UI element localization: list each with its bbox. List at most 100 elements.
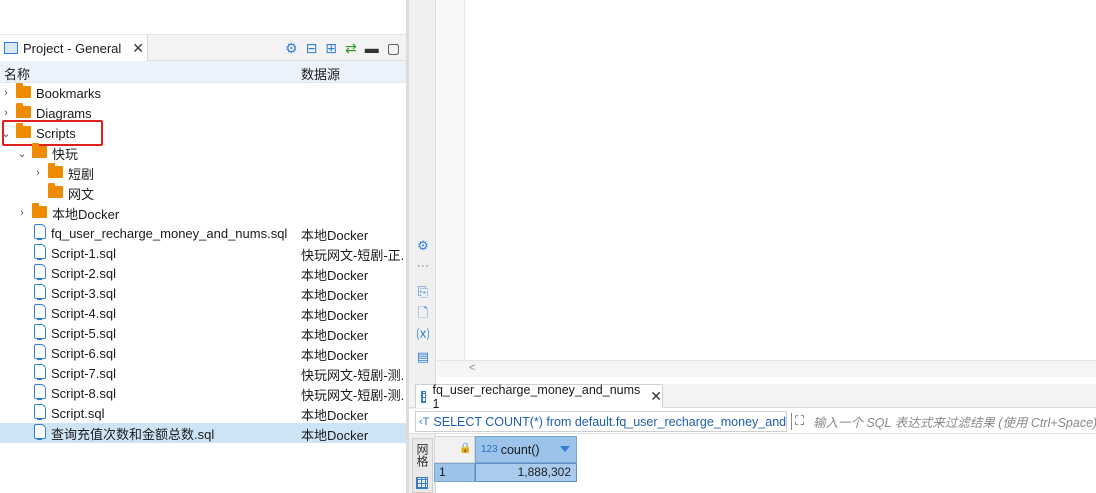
tree-item-script[interactable]: Script-2.sql 本地Docker [0, 263, 406, 283]
gear-icon[interactable]: ⚙ [415, 238, 431, 254]
project-explorer: Project - General ✕ ⚙ ⊟ ⊞ ⇄ ▬ ▢ 名称 数据源 ›… [0, 0, 406, 493]
horizontal-scrollbar[interactable]: < [437, 360, 1096, 377]
script-datasource: 本地Docker [301, 228, 369, 243]
script-name: Script-5.sql [51, 325, 117, 341]
script-icon [34, 364, 46, 382]
chevron-right-icon[interactable]: › [16, 207, 28, 219]
table-row[interactable]: 1 1,888,302 [434, 463, 1096, 482]
tree-item-diagrams[interactable]: › Diagrams [0, 102, 406, 123]
link-icon[interactable]: ⇄ [345, 41, 357, 55]
tree-item-script[interactable]: Script-7.sql 快玩网文-短剧-测... [0, 363, 406, 383]
script-name: Script-7.sql [51, 365, 117, 381]
tab-results[interactable]: fq_user_recharge_money_and_nums 1 ✕ [415, 383, 663, 411]
results-view-switcher[interactable]: 网格 [412, 438, 433, 493]
row-number[interactable]: 1 [434, 463, 475, 482]
query-text: SELECT COUNT(*) from default.fq_user_rec… [433, 414, 787, 429]
more-dots-icon[interactable]: ⋯ [415, 258, 431, 274]
script-icon [34, 224, 46, 242]
tree-item-script[interactable]: fq_user_recharge_money_and_nums.sql 本地Do… [0, 223, 406, 243]
tree-label: 短剧 [68, 166, 95, 182]
tree-item-script[interactable]: Script-4.sql 本地Docker [0, 303, 406, 323]
script-icon [34, 344, 46, 362]
grid-icon[interactable] [416, 477, 428, 489]
expand-icon[interactable]: ⊞ [325, 41, 337, 55]
scroll-left-icon[interactable]: < [469, 362, 475, 374]
chevron-down-icon[interactable]: ⌄ [16, 147, 28, 160]
tree-item-script[interactable]: Script-1.sql 快玩网文-短剧-正... [0, 243, 406, 263]
folder-icon [48, 182, 63, 201]
tree-label: 快玩 [52, 146, 79, 162]
tree-item-script[interactable]: Script-5.sql 本地Docker [0, 323, 406, 343]
tree-item-folder-duanju[interactable]: › 短剧 [0, 162, 406, 183]
filter-placeholder: 输入一个 SQL 表达式来过滤结果 (使用 Ctrl+Space) [813, 416, 1096, 430]
folder-icon [32, 202, 47, 221]
filter-input[interactable]: 输入一个 SQL 表达式来过滤结果 (使用 Ctrl+Space) [813, 411, 1096, 432]
sql-editor[interactable] [437, 0, 1096, 360]
project-tabbar: Project - General ✕ ⚙ ⊟ ⊞ ⇄ ▬ ▢ [0, 35, 406, 61]
script-name: Script.sql [51, 405, 105, 421]
tree-item-script[interactable]: Script.sql 本地Docker [0, 403, 406, 423]
file-icon[interactable]: 🗋 [415, 305, 431, 321]
export-icon[interactable]: ⎘ [415, 284, 431, 300]
close-icon[interactable]: ✕ [650, 388, 662, 405]
maximize-icon[interactable]: ▢ [387, 41, 400, 55]
grid-view-label[interactable]: 网格 [415, 443, 431, 467]
tab-project-general[interactable]: Project - General ✕ [0, 35, 148, 61]
column-name-header[interactable]: 名称 [4, 64, 30, 83]
editor-gutter [437, 0, 465, 360]
chevron-right-icon[interactable]: › [0, 107, 12, 119]
script-icon [34, 244, 46, 262]
divider [791, 413, 792, 430]
tree-label: Diagrams [36, 105, 92, 121]
chevron-down-icon[interactable] [560, 446, 570, 452]
tree-item-folder-wangwen[interactable]: 网文 [0, 182, 406, 203]
tree-item-script[interactable]: Script-8.sql 快玩网文-短剧-测... [0, 383, 406, 403]
script-icon [34, 324, 46, 342]
expand-icon[interactable]: ⛶ [795, 413, 804, 429]
tree-label: 网文 [68, 186, 95, 202]
script-datasource: 快玩网文-短剧-测... [301, 388, 405, 403]
results-grid-header: 🔒 123 count() [434, 436, 1096, 463]
results-filter-bar: ‹T SELECT COUNT(*) from default.fq_user_… [409, 409, 1096, 434]
tree-item-folder-bendi-docker[interactable]: › 本地Docker [0, 202, 406, 223]
tree-item-script[interactable]: Script-6.sql 本地Docker [0, 343, 406, 363]
script-datasource: 本地Docker [301, 288, 369, 303]
tree-item-folder-kuaiwan[interactable]: ⌄ 快玩 [0, 142, 406, 163]
tree-item-scripts[interactable]: ⌄ Scripts [0, 122, 406, 143]
script-name: 查询充值次数和金额总数.sql [51, 426, 215, 442]
script-name: Script-8.sql [51, 385, 117, 401]
chevron-right-icon[interactable]: › [32, 167, 44, 179]
tree-item-bookmarks[interactable]: › Bookmarks [0, 82, 406, 103]
query-text-box[interactable]: ‹T SELECT COUNT(*) from default.fq_user_… [415, 411, 787, 432]
column-header-count[interactable]: 123 count() [475, 436, 577, 463]
variables-icon[interactable]: ⒳ [415, 327, 431, 343]
script-datasource: 本地Docker [301, 428, 369, 443]
script-datasource: 本地Docker [301, 348, 369, 363]
scripts-folder-icon [16, 122, 31, 141]
folder-icon [48, 162, 63, 181]
top-empty-area [0, 0, 406, 35]
tree-label: Scripts [36, 125, 76, 141]
script-icon [34, 404, 46, 422]
collapse-icon[interactable]: ⊟ [306, 41, 318, 55]
chevron-down-icon[interactable]: ⌄ [0, 127, 12, 140]
tree-item-script[interactable]: Script-3.sql 本地Docker [0, 283, 406, 303]
script-icon [34, 424, 46, 442]
tree-item-script-selected[interactable]: 查询充值次数和金额总数.sql 本地Docker [0, 423, 406, 443]
chevron-right-icon[interactable]: › [0, 87, 12, 99]
table-cell[interactable]: 1,888,302 [475, 463, 577, 482]
close-icon[interactable]: ✕ [132, 41, 144, 55]
project-icon [4, 42, 18, 54]
column-datasource-header[interactable]: 数据源 [301, 64, 340, 83]
grid-corner[interactable]: 🔒 [434, 436, 475, 463]
sql-icon: ‹T [419, 415, 430, 428]
script-name: Script-6.sql [51, 345, 117, 361]
minimize-icon[interactable]: ▬ [365, 41, 379, 55]
script-name: Script-2.sql [51, 265, 117, 281]
script-icon [34, 384, 46, 402]
tree-column-header: 名称 数据源 [0, 61, 406, 83]
gear-icon[interactable]: ⚙ [285, 41, 298, 55]
project-toolbar: ⚙ ⊟ ⊞ ⇄ ▬ ▢ [285, 35, 400, 61]
script-datasource: 本地Docker [301, 268, 369, 283]
layout-icon[interactable]: ▤ [415, 349, 431, 365]
